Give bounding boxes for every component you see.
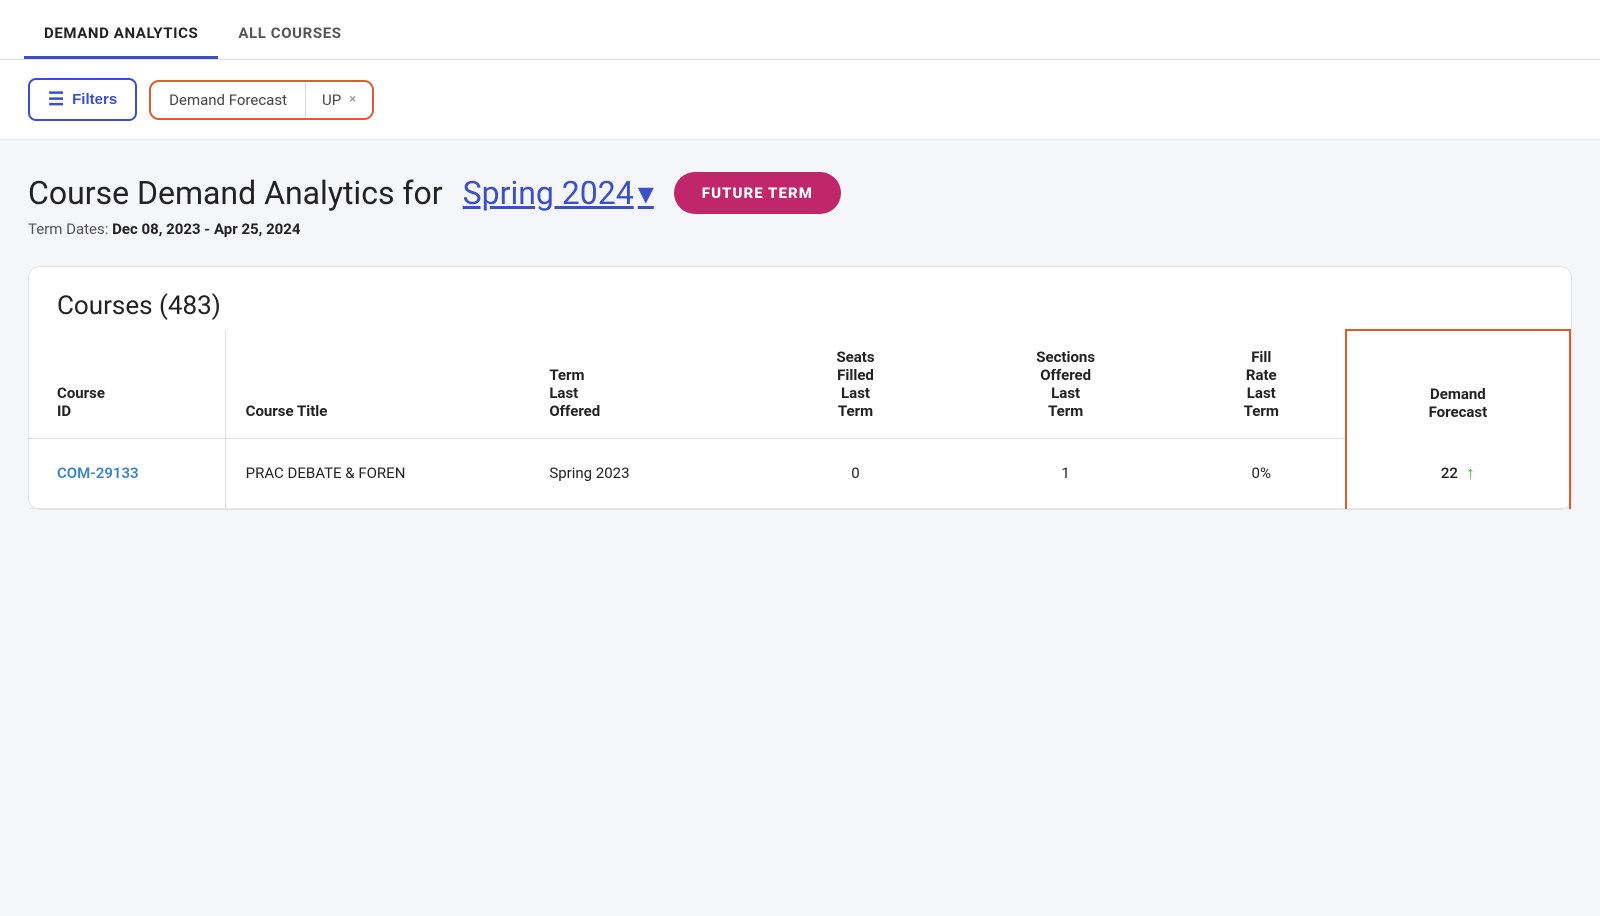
forecast-number: 22 [1441, 464, 1458, 482]
cell-seats-filled: 0 [757, 439, 953, 509]
cell-fill-rate: 0% [1178, 439, 1346, 509]
filter-chip-label: Demand Forecast [151, 82, 306, 118]
filter-chip-value[interactable]: UP × [306, 82, 372, 118]
col-header-term-last-offered: Term Last Offered [533, 330, 757, 439]
col-header-course-title: Course Title [225, 330, 533, 439]
col-header-demand-forecast: Demand Forecast [1346, 330, 1570, 439]
page-heading: Course Demand Analytics for Spring 2024 … [28, 172, 1572, 214]
page-heading-prefix: Course Demand Analytics for [28, 174, 443, 212]
tab-all-courses[interactable]: ALL COURSES [218, 24, 361, 59]
top-nav: DEMAND ANALYTICS ALL COURSES [0, 0, 1600, 60]
tab-demand-analytics[interactable]: DEMAND ANALYTICS [24, 24, 218, 59]
courses-table-title: Courses (483) [29, 267, 1571, 329]
filters-label: Filters [72, 91, 117, 108]
col-header-course-id: Course ID [29, 330, 225, 439]
cell-demand-forecast: 22 ↑ [1346, 439, 1570, 509]
page-content: Course Demand Analytics for Spring 2024 … [0, 140, 1600, 510]
table-row: COM-29133 PRAC DEBATE & FOREN Spring 202… [29, 439, 1570, 509]
term-dates: Term Dates: Dec 08, 2023 - Apr 25, 2024 [28, 220, 1572, 238]
trend-up-icon: ↑ [1466, 463, 1475, 484]
future-term-badge: FUTURE TERM [674, 172, 841, 214]
col-header-sections-offered: Sections Offered Last Term [954, 330, 1178, 439]
term-dates-label: Term Dates: [28, 220, 108, 238]
filter-chip: Demand Forecast UP × [149, 80, 374, 120]
term-dates-value: Dec 08, 2023 - Apr 25, 2024 [112, 220, 300, 238]
filter-icon: ☰ [48, 89, 64, 110]
courses-table: Course ID Course Title Term Last Offered [29, 329, 1571, 509]
filter-chip-close-icon[interactable]: × [349, 92, 356, 107]
col-header-fill-rate: Fill Rate Last Term [1178, 330, 1346, 439]
term-selector-value: Spring 2024 [463, 174, 634, 212]
forecast-value: 22 ↑ [1363, 463, 1553, 484]
cell-sections-offered: 1 [954, 439, 1178, 509]
filter-chip-value-text: UP [322, 91, 341, 109]
chevron-down-icon: ▾ [638, 174, 654, 212]
filters-button[interactable]: ☰ Filters [28, 78, 137, 121]
filter-bar: ☰ Filters Demand Forecast UP × [0, 60, 1600, 140]
cell-course-title: PRAC DEBATE & FOREN [225, 439, 533, 509]
courses-table-card: Courses (483) Course ID Course Title [28, 266, 1572, 510]
cell-term-last-offered: Spring 2023 [533, 439, 757, 509]
term-selector[interactable]: Spring 2024 ▾ [463, 174, 654, 212]
cell-course-id[interactable]: COM-29133 [29, 439, 225, 509]
col-header-seats-filled: Seats Filled Last Term [757, 330, 953, 439]
